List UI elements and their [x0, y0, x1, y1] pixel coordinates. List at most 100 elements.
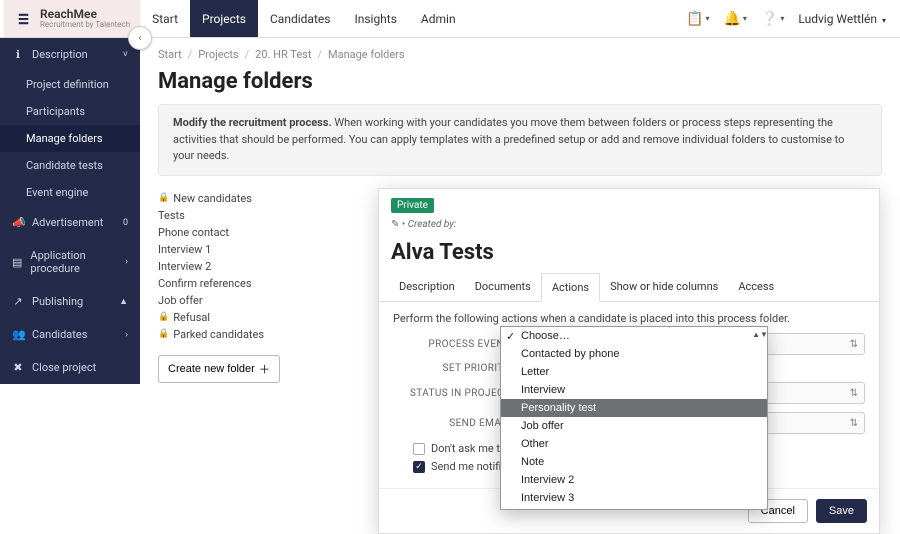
- dropdown-option[interactable]: Personality test: [501, 399, 767, 417]
- info-box: Modify the recruitment process. When wor…: [158, 104, 882, 176]
- topnav-item-projects[interactable]: Projects: [190, 0, 258, 37]
- folder-item[interactable]: Tests: [158, 207, 264, 224]
- dropdown-option[interactable]: Letter: [501, 363, 767, 381]
- breadcrumb-item[interactable]: 20. HR Test: [255, 48, 311, 61]
- sidebar-section-application-procedure[interactable]: ▤ Application procedure ›: [0, 239, 140, 285]
- sidebar-item-manage-folders[interactable]: Manage folders: [0, 125, 140, 152]
- dropdown-option[interactable]: Choose…: [501, 327, 767, 345]
- sidebar-section-candidates[interactable]: 👥Candidates›: [0, 318, 140, 351]
- bell-icon[interactable]: 🔔▾: [723, 11, 746, 27]
- created-by-label: Created by:: [391, 219, 867, 230]
- dropdown-option[interactable]: Interview 2: [501, 471, 767, 489]
- sidebar-section-icon: ℹ: [12, 48, 24, 61]
- sidebar-section-label: Publishing: [32, 295, 83, 308]
- sidebar-section-icon: ↗: [12, 295, 24, 308]
- current-user[interactable]: Ludvig Wettlén ▾: [798, 12, 886, 26]
- sidebar-section-label: Candidates: [32, 328, 87, 341]
- folder-item[interactable]: Job offer: [158, 292, 264, 309]
- folder-label: Job offer: [158, 294, 203, 307]
- folder-label: Tests: [158, 209, 185, 222]
- topnav-item-insights[interactable]: Insights: [342, 0, 408, 37]
- brand-subtitle: Recruitment by Talentech: [40, 21, 130, 30]
- brand: ReachMee Recruitment by Talentech: [4, 0, 140, 37]
- sidebar-collapse-button[interactable]: ‹: [128, 26, 152, 50]
- modal-tab-actions[interactable]: Actions: [541, 273, 600, 302]
- folder-label: Confirm references: [158, 277, 252, 290]
- folder-label: New candidates: [173, 192, 252, 205]
- sidebar-section-advertisement[interactable]: 📣 Advertisement 0: [0, 206, 140, 239]
- sidebar-section-label: Advertisement: [32, 216, 103, 229]
- topnav-item-candidates[interactable]: Candidates: [258, 0, 342, 37]
- modal-tab-show-or-hide-columns[interactable]: Show or hide columns: [600, 273, 728, 301]
- sidebar-section-label: Close project: [32, 361, 96, 374]
- chevron-icon: ˅: [123, 49, 128, 60]
- sidebar-item-project-definition[interactable]: Project definition: [0, 71, 140, 98]
- sidebar-item-event-engine[interactable]: Event engine: [0, 179, 140, 206]
- set-priority-label: SET PRIORITY:: [393, 363, 513, 374]
- create-folder-label: Create new folder: [168, 363, 255, 375]
- clipboard-icon[interactable]: 📋▾: [686, 11, 709, 27]
- folder-label: Interview 1: [158, 243, 211, 256]
- folder-item[interactable]: 🔒 New candidates: [158, 190, 264, 207]
- folder-list: 🔒 New candidates Tests Phone contact Intervi…: [158, 190, 264, 343]
- top-nav: StartProjectsCandidatesInsightsAdmin: [140, 0, 467, 37]
- folder-item[interactable]: 🔒 Refusal: [158, 309, 264, 326]
- sidebar-section-label: Application procedure: [30, 249, 117, 275]
- modal-tab-description[interactable]: Description: [389, 273, 465, 301]
- dropdown-option[interactable]: Interview: [501, 381, 767, 399]
- dropdown-option[interactable]: Interview 3: [501, 489, 767, 507]
- breadcrumb: Start/Projects/20. HR Test/Manage folder…: [158, 48, 882, 61]
- dropdown-option[interactable]: Contacted by phone: [501, 345, 767, 363]
- folder-item[interactable]: Phone contact: [158, 224, 264, 241]
- modal-title: Alva Tests: [391, 240, 867, 265]
- dropdown-option[interactable]: Checking of references: [501, 507, 767, 510]
- topnav-item-admin[interactable]: Admin: [409, 0, 468, 37]
- create-folder-button[interactable]: Create new folder ＋: [158, 355, 280, 383]
- sidebar-item-candidate-tests[interactable]: Candidate tests: [0, 152, 140, 179]
- help-icon[interactable]: ❔▾: [761, 11, 784, 27]
- chevron-icon: ›: [125, 330, 128, 340]
- sidebar-section-icon: 📣: [12, 216, 24, 229]
- dropdown-option[interactable]: Other: [501, 435, 767, 453]
- folder-item[interactable]: Interview 2: [158, 258, 264, 275]
- send-email-label: SEND EMAIL:: [393, 418, 513, 429]
- lock-icon: 🔒: [158, 193, 169, 203]
- folder-label: Refusal: [173, 311, 210, 324]
- sidebar-section-icon: ▤: [12, 256, 22, 269]
- folder-item[interactable]: 🔒Parked candidates: [158, 326, 264, 343]
- process-event-dropdown[interactable]: ▲▼ Choose…Contacted by phoneLetterInterv…: [500, 326, 768, 510]
- sidebar-section-icon: ✖: [12, 361, 24, 374]
- breadcrumb-item[interactable]: Projects: [198, 48, 238, 61]
- brand-name: ReachMee: [40, 8, 130, 21]
- modal-tabs: DescriptionDocumentsActionsShow or hide …: [379, 273, 879, 302]
- process-event-label: PROCESS EVENT:: [393, 339, 513, 350]
- username-label: Ludvig Wettlén: [798, 12, 877, 26]
- sidebar-badge: 0: [123, 218, 128, 228]
- actions-intro: Perform the following actions when a can…: [393, 312, 865, 325]
- page-title: Manage folders: [158, 69, 882, 94]
- lock-icon: 🔒: [158, 312, 169, 322]
- top-right: 📋▾ 🔔▾ ❔▾ Ludvig Wettlén ▾: [686, 11, 896, 27]
- dropdown-option[interactable]: Note: [501, 453, 767, 471]
- plus-icon: ＋: [259, 361, 270, 377]
- chevron-icon: ▲: [119, 296, 128, 307]
- save-button[interactable]: Save: [816, 499, 867, 523]
- sidebar-item-participants[interactable]: Participants: [0, 98, 140, 125]
- sidebar-section-label: Description: [32, 48, 88, 61]
- folder-item[interactable]: Interview 1: [158, 241, 264, 258]
- sidebar: ‹ ℹDescription˅Project definitionPartici…: [0, 38, 140, 384]
- folder-label: Phone contact: [158, 226, 229, 239]
- sidebar-section-publishing[interactable]: ↗ Publishing ▲: [0, 285, 140, 318]
- modal-tab-access[interactable]: Access: [728, 273, 784, 301]
- private-tag: Private: [391, 198, 434, 213]
- dropdown-option[interactable]: Job offer: [501, 417, 767, 435]
- checkbox-icon: [413, 443, 425, 455]
- breadcrumb-item[interactable]: Start: [158, 48, 182, 61]
- sidebar-section-description[interactable]: ℹ Description ˅: [0, 38, 140, 71]
- modal-tab-documents[interactable]: Documents: [465, 273, 541, 301]
- folder-item[interactable]: Confirm references: [158, 275, 264, 292]
- breadcrumb-item: Manage folders: [328, 48, 405, 61]
- chevron-icon: ›: [125, 257, 128, 267]
- brand-logo-icon: [10, 6, 35, 31]
- sidebar-section-close-project[interactable]: ✖ Close project: [0, 351, 140, 384]
